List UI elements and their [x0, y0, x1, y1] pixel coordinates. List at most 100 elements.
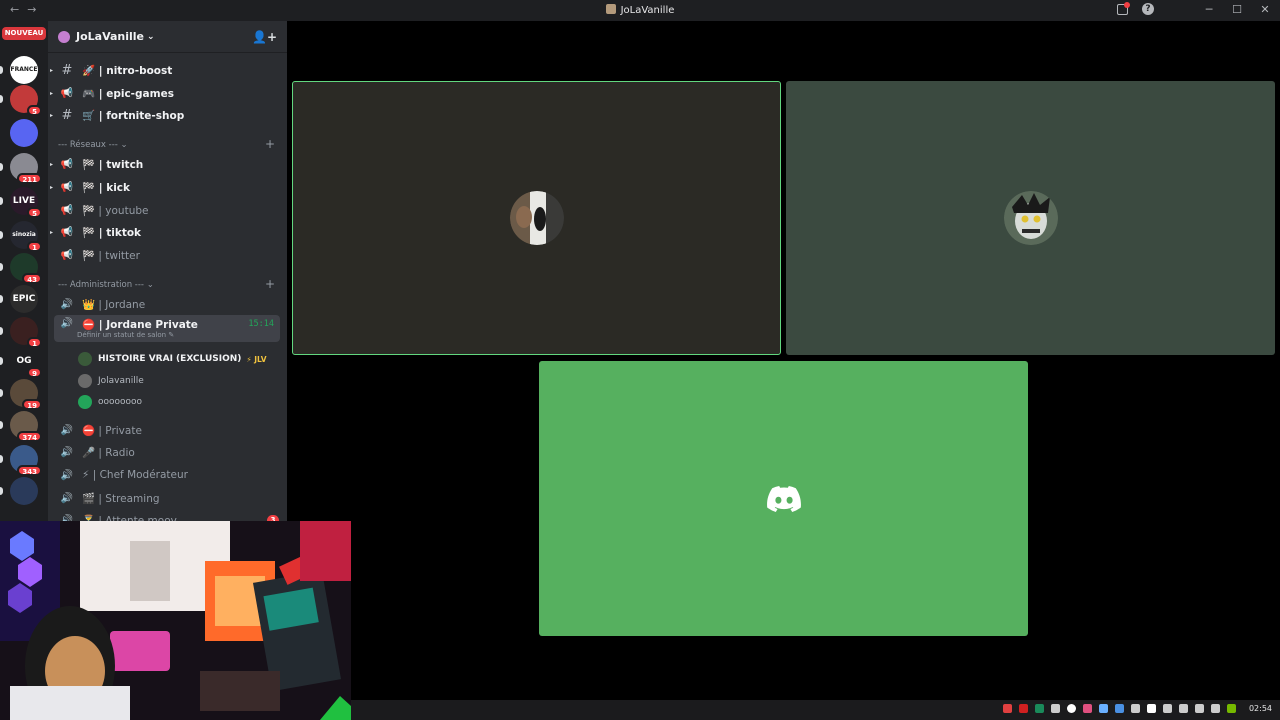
display-icon[interactable] [1162, 704, 1172, 713]
channel-emoji: 🏁 [82, 204, 96, 217]
channel-fortnite-shop[interactable]: ▸ # 🛒 | fortnite-shop [48, 104, 287, 126]
category-reseaux[interactable]: --- Réseaux --- ⌄ [58, 140, 128, 150]
volume-icon[interactable] [1194, 704, 1204, 713]
server-dark-server[interactable]: 1 [10, 317, 42, 348]
channel-status[interactable]: Définir un statut de salon ✎ [77, 331, 174, 339]
channel-epic-games[interactable]: ▸ 📢 🎮 | epic-games [48, 82, 287, 104]
server-og-server[interactable]: OG 9 [10, 347, 42, 378]
channel-label: | Chef Modérateur [92, 469, 188, 481]
channel-jordane[interactable]: 🔊 👑 | Jordane [48, 293, 287, 315]
mention-badge: 1 [27, 241, 42, 252]
keyboard-icon[interactable] [1210, 704, 1220, 713]
window-title: JoLaVanille [0, 4, 1280, 16]
server-server-last[interactable] [10, 477, 38, 505]
server-server-374[interactable]: 374 [10, 411, 42, 442]
mention-badge: 5 [27, 105, 42, 116]
unread-pip [0, 455, 3, 463]
voice-channel-icon: 🔊 [60, 318, 74, 329]
voice-user[interactable]: oooooooo [78, 392, 142, 412]
obs-icon[interactable] [1066, 704, 1076, 713]
channel-label: | Private [98, 424, 142, 437]
announcement-channel-icon: 📢 [60, 204, 74, 216]
channel-emoji: 🏁 [82, 226, 96, 239]
server-eye-server[interactable]: 43 [10, 253, 42, 284]
unread-pip [0, 95, 3, 103]
help-icon[interactable]: ? [1142, 3, 1154, 15]
webcam-overlay [0, 521, 351, 720]
mic-icon[interactable] [1002, 704, 1012, 713]
unread-pip [0, 263, 3, 271]
unread-pip [0, 197, 3, 205]
close-button[interactable]: ✕ [1258, 3, 1272, 16]
user-tile-2[interactable] [786, 81, 1275, 355]
maximize-button[interactable]: ☐ [1230, 3, 1244, 16]
nvidia-icon[interactable] [1226, 704, 1236, 713]
server-icon [10, 119, 38, 147]
server-folder[interactable] [10, 119, 38, 147]
server-anime-server[interactable]: 5 [10, 85, 42, 116]
channel-reseaux-3[interactable]: ▸ 📢 🏁 | tiktok [48, 221, 287, 243]
avatar [78, 395, 92, 409]
channel-admin-1[interactable]: 🔊 🎤 | Radio [48, 441, 287, 463]
channel-jordane-private[interactable]: 🔊 ⛔ | Jordane Private 15:14 Définir un s… [54, 315, 280, 342]
mic-tray-icon[interactable] [1130, 704, 1140, 713]
app-icon[interactable] [1034, 704, 1044, 713]
channel-reseaux-0[interactable]: ▸ 📢 🏁 | twitch [48, 153, 287, 175]
channel-admin-0[interactable]: 🔊 ⛔ | Private [48, 419, 287, 441]
minimize-button[interactable]: ─ [1202, 3, 1216, 16]
network-icon[interactable] [1178, 704, 1188, 713]
channel-label: | youtube [98, 204, 149, 217]
unread-indicator: ▸ [50, 160, 54, 168]
server-server-211[interactable]: 211 [10, 153, 42, 184]
voice-channel-icon: 🔊 [60, 469, 74, 481]
chevron-up-icon[interactable] [1050, 704, 1060, 713]
server-live-server[interactable]: LIVE 5 [10, 187, 42, 218]
server-text: FRANCE [10, 66, 38, 73]
server-epic-server[interactable]: EPIC [10, 285, 38, 313]
unread-indicator: ▸ [50, 111, 54, 119]
clock[interactable]: 02:54 [1249, 704, 1272, 713]
server-icon [10, 477, 38, 505]
server-server-343[interactable]: 343 [10, 445, 42, 476]
channel-reseaux-1[interactable]: ▸ 📢 🏁 | kick [48, 176, 287, 198]
app-icon[interactable] [1082, 704, 1092, 713]
mention-badge: 211 [17, 173, 42, 184]
unread-pip [0, 295, 3, 303]
server-sinozia-server[interactable]: sinozia 1 [10, 221, 42, 252]
avatar [78, 352, 92, 366]
add-channel-icon[interactable]: + [265, 277, 275, 291]
user-tile-1[interactable] [292, 81, 781, 355]
windows-icon[interactable] [1146, 704, 1156, 713]
add-member-icon[interactable]: 👤+ [252, 30, 277, 44]
channel-reseaux-2[interactable]: 📢 🏁 | youtube [48, 199, 287, 221]
channel-admin-4[interactable]: 🔊 ⏳ | Attente moov 3 [48, 509, 287, 521]
channel-nitro-boost[interactable]: ▸ # 🚀 | nitro-boost [48, 59, 287, 81]
channel-label: | Radio [98, 446, 135, 459]
voice-user[interactable]: Jolavanille [78, 371, 144, 391]
server-france-server[interactable]: FRANCE [10, 56, 38, 84]
title-bar: ←→ JoLaVanille ? ─ ☐ ✕ [0, 0, 1280, 21]
bluetooth-icon[interactable] [1114, 704, 1124, 713]
record-icon[interactable] [1018, 704, 1028, 713]
steam-icon[interactable] [1098, 704, 1108, 713]
voice-user[interactable]: HISTOIRE VRAI (EXCLUSION) ⚡ JLV [78, 349, 267, 369]
unread-pip [0, 357, 3, 365]
channel-admin-3[interactable]: 🔊 🎬 | Streaming [48, 487, 287, 509]
channel-emoji: 🛒 [82, 109, 96, 122]
new-badge[interactable]: NOUVEAU [2, 27, 46, 40]
server-server-19[interactable]: 19 [10, 379, 42, 410]
inbox-icon[interactable] [1117, 2, 1130, 15]
category-administration[interactable]: --- Administration --- ⌄ [58, 280, 154, 290]
call-timer: 15:14 [248, 319, 274, 329]
channel-reseaux-4[interactable]: 📢 🏁 | twitter [48, 244, 287, 266]
mention-badge: 43 [22, 273, 42, 284]
channel-admin-2[interactable]: 🔊 ⚡ | Chef Modérateur [48, 464, 287, 486]
channel-label: | nitro-boost [98, 64, 173, 77]
discord-default-tile[interactable] [539, 361, 1028, 636]
server-icon: FRANCE [10, 56, 38, 84]
add-channel-icon[interactable]: + [265, 137, 275, 151]
user-avatar [1003, 191, 1058, 245]
channel-label: | Jordane Private [98, 319, 198, 331]
guild-header[interactable]: JoLaVanille ⌄ 👤+ [48, 21, 287, 53]
unread-pip [0, 163, 3, 171]
